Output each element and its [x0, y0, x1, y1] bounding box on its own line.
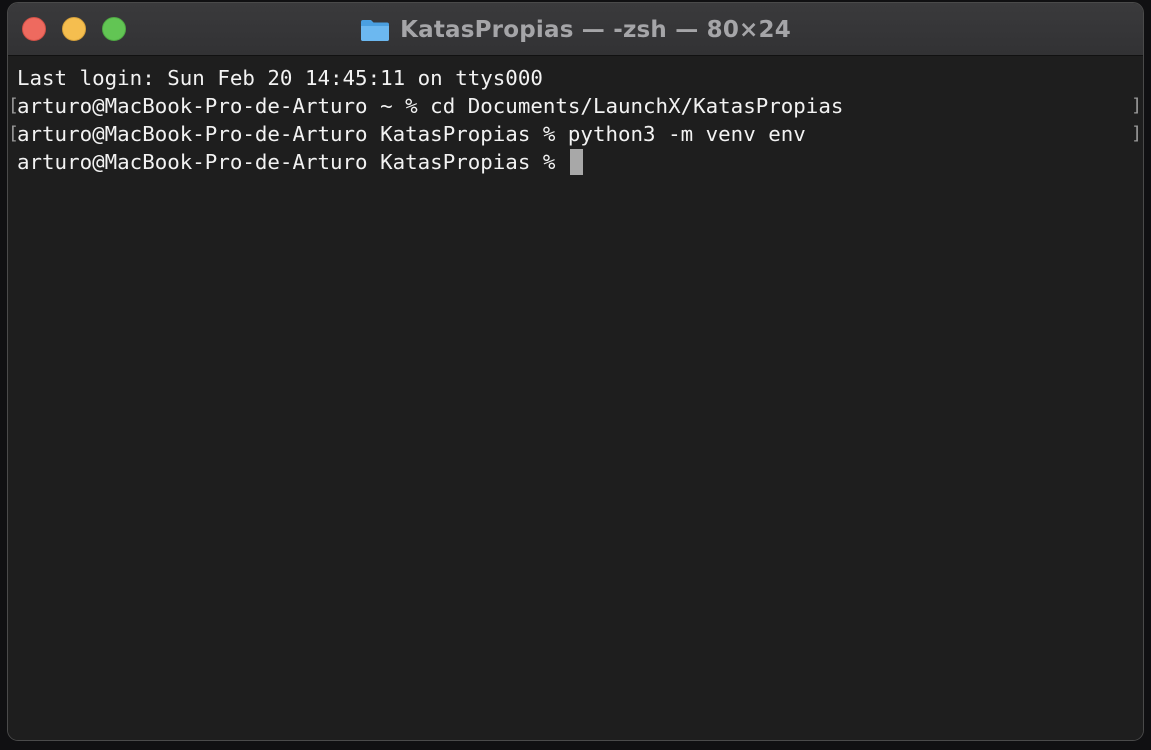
terminal-prompt-line[interactable]: arturo@MacBook-Pro-de-Arturo KatasPropia…	[17, 148, 583, 176]
title-bar[interactable]: KatasPropias — -zsh — 80×24	[8, 3, 1143, 56]
terminal-prompt: arturo@MacBook-Pro-de-Arturo KatasPropia…	[17, 150, 568, 174]
folder-icon	[361, 19, 390, 41]
window-title: KatasPropias — -zsh — 80×24	[400, 16, 791, 43]
zoom-button[interactable]	[102, 17, 126, 41]
window-title-area: KatasPropias — -zsh — 80×24	[8, 3, 1143, 56]
line-marker-right: ]	[1131, 123, 1142, 144]
close-button[interactable]	[22, 17, 46, 41]
terminal-line: Last login: Sun Feb 20 14:45:11 on ttys0…	[17, 66, 543, 90]
terminal-window: KatasPropias — -zsh — 80×24 [ ] [ ] Last…	[7, 2, 1144, 741]
minimize-button[interactable]	[62, 17, 86, 41]
line-marker-right: ]	[1131, 95, 1142, 116]
terminal-output[interactable]: [ ] [ ] Last login: Sun Feb 20 14:45:11 …	[8, 57, 1143, 740]
terminal-line: arturo@MacBook-Pro-de-Arturo KatasPropia…	[17, 122, 806, 146]
terminal-line: arturo@MacBook-Pro-de-Arturo ~ % cd Docu…	[17, 94, 844, 118]
text-cursor	[569, 149, 583, 175]
